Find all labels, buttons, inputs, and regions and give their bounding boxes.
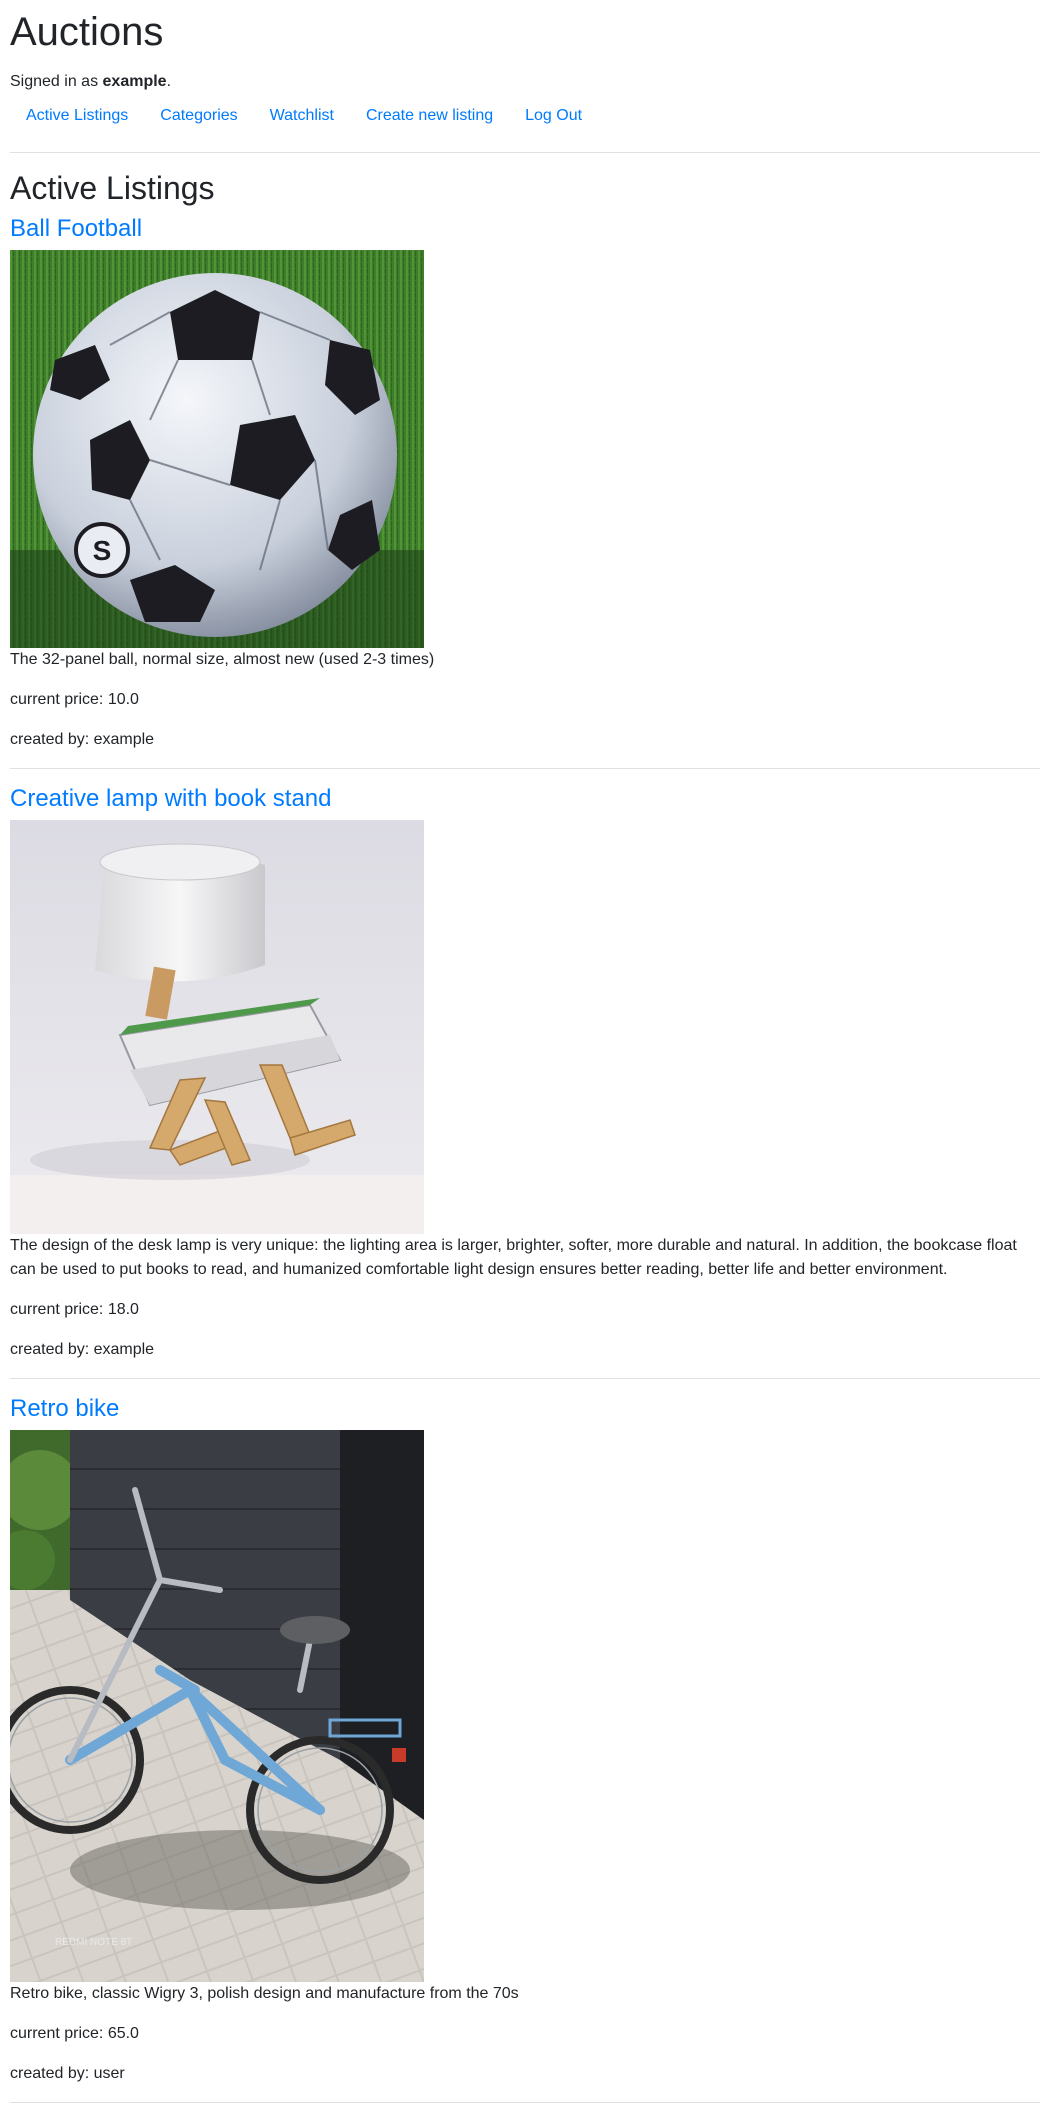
signed-in-status: Signed in as example.	[10, 70, 1040, 94]
nav-item-create-listing: Create new listing	[350, 96, 509, 136]
page-title: Active Listings	[10, 170, 215, 206]
listing-divider	[10, 768, 1040, 770]
listing-price: current price: 10.0	[10, 691, 139, 709]
listing-item: Creative lamp with book stand The design…	[10, 785, 1040, 1362]
listing-item: Retro bike REDMI NOTE 8T Retro bike, cla…	[10, 1395, 1040, 2086]
page-container: Auctions Signed in as example. Active Li…	[0, 8, 1050, 2103]
listing-creator: created by: example	[10, 1340, 155, 1358]
svg-text:S: S	[93, 535, 112, 566]
header-divider	[10, 152, 1040, 153]
signed-in-suffix: .	[166, 73, 172, 90]
listing-divider	[10, 2101, 1040, 2103]
signed-in-prefix: Signed in as	[10, 73, 103, 90]
listing-title-link[interactable]: Creative lamp with book stand	[10, 785, 332, 812]
listing-item: Ball Football S The 32-panel ball, norma…	[10, 215, 1040, 752]
nav-link-active-listings[interactable]: Active Listings	[10, 96, 144, 136]
listing-title: Retro bike	[10, 1395, 1040, 1424]
listing-description: Retro bike, classic Wigry 3, polish desi…	[10, 1984, 519, 2002]
listing-title: Ball Football	[10, 215, 1040, 244]
listing-title: Creative lamp with book stand	[10, 785, 1040, 814]
listing-title-link[interactable]: Retro bike	[10, 1395, 119, 1422]
nav-item-categories: Categories	[144, 96, 253, 136]
nav-link-categories[interactable]: Categories	[144, 96, 253, 136]
nav-link-create-listing[interactable]: Create new listing	[350, 96, 509, 136]
listing-description: The 32-panel ball, normal size, almost n…	[10, 651, 435, 669]
listing-divider	[10, 1377, 1040, 1379]
listing-description: The design of the desk lamp is very uniq…	[10, 1236, 1017, 1278]
nav-item-watchlist: Watchlist	[254, 96, 350, 136]
nav-link-watchlist[interactable]: Watchlist	[254, 96, 350, 136]
nav-item-logout: Log Out	[509, 96, 598, 136]
svg-text:REDMI NOTE 8T: REDMI NOTE 8T	[55, 1937, 132, 1948]
desk-lamp-photo-icon[interactable]	[10, 819, 424, 1234]
main-nav: Active Listings Categories Watchlist Cre…	[10, 96, 1040, 136]
listing-creator: created by: user	[10, 2064, 125, 2082]
soccer-ball-photo-icon[interactable]: S	[10, 250, 424, 649]
site-title: Auctions	[10, 10, 164, 54]
listing-creator: created by: example	[10, 731, 155, 749]
listing-price: current price: 65.0	[10, 2024, 139, 2042]
signed-in-username: example	[102, 73, 167, 90]
nav-item-active-listings: Active Listings	[10, 96, 144, 136]
listing-title-link[interactable]: Ball Football	[10, 215, 142, 242]
nav-link-logout[interactable]: Log Out	[509, 96, 598, 136]
listing-price: current price: 18.0	[10, 1300, 139, 1318]
retro-bike-photo-icon[interactable]: REDMI NOTE 8T	[10, 1429, 424, 1982]
